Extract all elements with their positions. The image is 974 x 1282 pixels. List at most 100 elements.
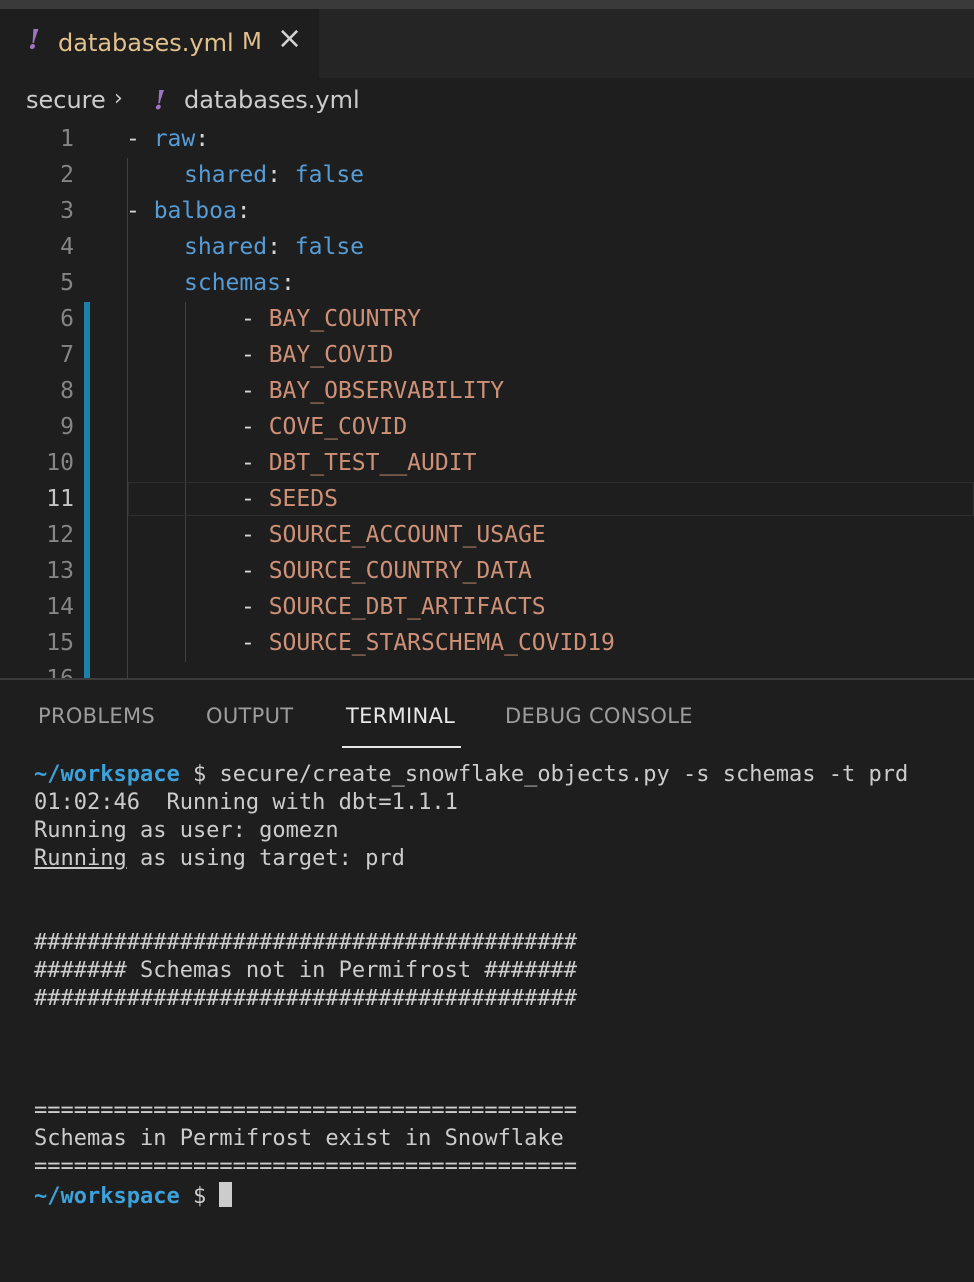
terminal-text: as using target: prd xyxy=(126,846,405,871)
code-line[interactable]: 15 - SOURCE_STARSCHEMA_COVID19 xyxy=(0,626,974,662)
line-number: 12 xyxy=(46,522,74,548)
terminal-eq-border: ========================================… xyxy=(34,1098,578,1123)
terminal-eq-border: ========================================… xyxy=(34,1154,578,1179)
line-number: 11 xyxy=(46,486,74,512)
prompt-symbol: $ xyxy=(179,1184,220,1209)
code-line[interactable]: 8 - BAY_OBSERVABILITY xyxy=(0,374,974,410)
terminal-command-line: ~/workspace $ secure/create_snowflake_ob… xyxy=(34,762,908,790)
list-dash: - xyxy=(241,630,269,656)
code-editor[interactable]: 1 - raw: 2 shared: false 3 - balboa: 4 s… xyxy=(0,122,974,678)
yaml-colon: : xyxy=(267,234,295,260)
yaml-key: shared xyxy=(184,162,268,188)
list-dash: - xyxy=(241,486,269,512)
active-tab-indicator xyxy=(342,746,461,748)
line-number: 4 xyxy=(60,234,74,260)
modified-badge: M xyxy=(242,29,262,55)
list-dash: - xyxy=(241,522,269,548)
code-line[interactable]: 10 - DBT_TEST__AUDIT xyxy=(0,446,974,482)
terminal-heading: Schemas in Permifrost exist in Snowflake xyxy=(34,1126,564,1151)
schema-name: BAY_OBSERVABILITY xyxy=(268,378,505,404)
terminal-hash-border: ########################################… xyxy=(34,986,578,1011)
terminal-prompt: ~/workspace xyxy=(34,762,180,787)
window-top-strip xyxy=(0,0,974,9)
line-number: 1 xyxy=(60,126,74,152)
code-line[interactable]: 13 - SOURCE_COUNTRY_DATA xyxy=(0,554,974,590)
yaml-key: raw xyxy=(153,126,196,152)
terminal-prompt: ~/workspace xyxy=(34,1184,180,1209)
list-dash: - xyxy=(241,594,269,620)
terminal-heading: ####### Schemas not in Permifrost ######… xyxy=(34,958,578,983)
yaml-file-icon: ! xyxy=(154,86,166,116)
breadcrumb-folder[interactable]: secure xyxy=(26,86,106,114)
code-line[interactable]: 6 - BAY_COUNTRY xyxy=(0,302,974,338)
terminal-hash-border: ########################################… xyxy=(34,930,578,955)
yaml-key: shared xyxy=(184,234,268,260)
schema-name: SOURCE_COUNTRY_DATA xyxy=(268,558,532,584)
close-icon[interactable]: × xyxy=(277,24,302,54)
chevron-right-icon: › xyxy=(114,86,123,111)
terminal-output-line: Running as using target: prd xyxy=(34,846,405,874)
list-dash: - xyxy=(126,198,154,224)
line-number: 10 xyxy=(46,450,74,476)
line-number: 2 xyxy=(60,162,74,188)
yaml-colon: : xyxy=(267,162,295,188)
line-number: 16 xyxy=(0,666,74,678)
list-dash: - xyxy=(126,126,154,152)
list-dash: - xyxy=(241,378,269,404)
schema-name: COVE_COVID xyxy=(268,414,408,440)
terminal-cursor[interactable] xyxy=(219,1182,233,1207)
tab-terminal[interactable]: TERMINAL xyxy=(346,704,455,728)
schema-name: SOURCE_STARSCHEMA_COVID19 xyxy=(268,630,615,656)
tab-problems[interactable]: PROBLEMS xyxy=(38,704,155,728)
code-line[interactable]: 1 - raw: xyxy=(0,122,974,158)
code-line[interactable]: 12 - SOURCE_ACCOUNT_USAGE xyxy=(0,518,974,554)
terminal-command: secure/create_snowflake_objects.py -s sc… xyxy=(219,762,909,787)
code-line[interactable]: 16 xyxy=(0,662,974,678)
line-number: 15 xyxy=(46,630,74,656)
code-line[interactable]: 9 - COVE_COVID xyxy=(0,410,974,446)
schema-name: BAY_COVID xyxy=(268,342,394,368)
yaml-value: false xyxy=(294,162,365,188)
list-dash: - xyxy=(241,558,269,584)
panel-tab-bar: PROBLEMS OUTPUT TERMINAL DEBUG CONSOLE xyxy=(0,680,974,750)
line-number: 3 xyxy=(60,198,74,224)
code-line[interactable]: 4 shared: false xyxy=(0,230,974,266)
code-line[interactable]: 3 - balboa: xyxy=(0,194,974,230)
code-line[interactable]: 5 schemas: xyxy=(0,266,974,302)
code-line[interactable]: 2 shared: false xyxy=(0,158,974,194)
code-line[interactable]: 7 - BAY_COVID xyxy=(0,338,974,374)
yaml-value: false xyxy=(294,234,365,260)
list-dash: - xyxy=(241,306,269,332)
schema-name: SEEDS xyxy=(268,486,338,512)
terminal-link[interactable]: Running xyxy=(34,846,127,871)
line-number: 5 xyxy=(60,270,74,296)
line-number: 6 xyxy=(60,306,74,332)
terminal-prompt-line: ~/workspace $ xyxy=(34,1182,233,1210)
schema-name: DBT_TEST__AUDIT xyxy=(268,450,477,476)
line-number: 7 xyxy=(60,342,74,368)
code-line-current[interactable]: 11 - SEEDS xyxy=(0,482,974,518)
yaml-colon: : xyxy=(280,270,295,296)
tab-output[interactable]: OUTPUT xyxy=(206,704,293,728)
yaml-key: balboa xyxy=(153,198,237,224)
schema-name: BAY_COUNTRY xyxy=(268,306,422,332)
terminal-output-line: Running as user: gomezn xyxy=(34,818,339,843)
schema-name: SOURCE_ACCOUNT_USAGE xyxy=(268,522,546,548)
tab-databases-yml[interactable]: ! databases.yml M × xyxy=(0,9,319,78)
tab-debug-console[interactable]: DEBUG CONSOLE xyxy=(505,704,693,728)
prompt-symbol: $ xyxy=(179,762,220,787)
list-dash: - xyxy=(241,342,269,368)
list-dash: - xyxy=(241,414,269,440)
breadcrumb-file[interactable]: databases.yml xyxy=(184,86,360,114)
code-line[interactable]: 14 - SOURCE_DBT_ARTIFACTS xyxy=(0,590,974,626)
yaml-file-icon: ! xyxy=(28,25,40,56)
tab-label: databases.yml xyxy=(58,29,234,57)
yaml-key: schemas xyxy=(184,270,281,296)
schema-name: SOURCE_DBT_ARTIFACTS xyxy=(268,594,546,620)
list-dash: - xyxy=(241,450,269,476)
terminal-output-line: 01:02:46 Running with dbt=1.1.1 xyxy=(34,790,458,815)
line-number: 9 xyxy=(60,414,74,440)
yaml-colon: : xyxy=(195,126,210,152)
editor-tab-bar: ! databases.yml M × xyxy=(0,9,974,78)
line-number: 14 xyxy=(46,594,74,620)
